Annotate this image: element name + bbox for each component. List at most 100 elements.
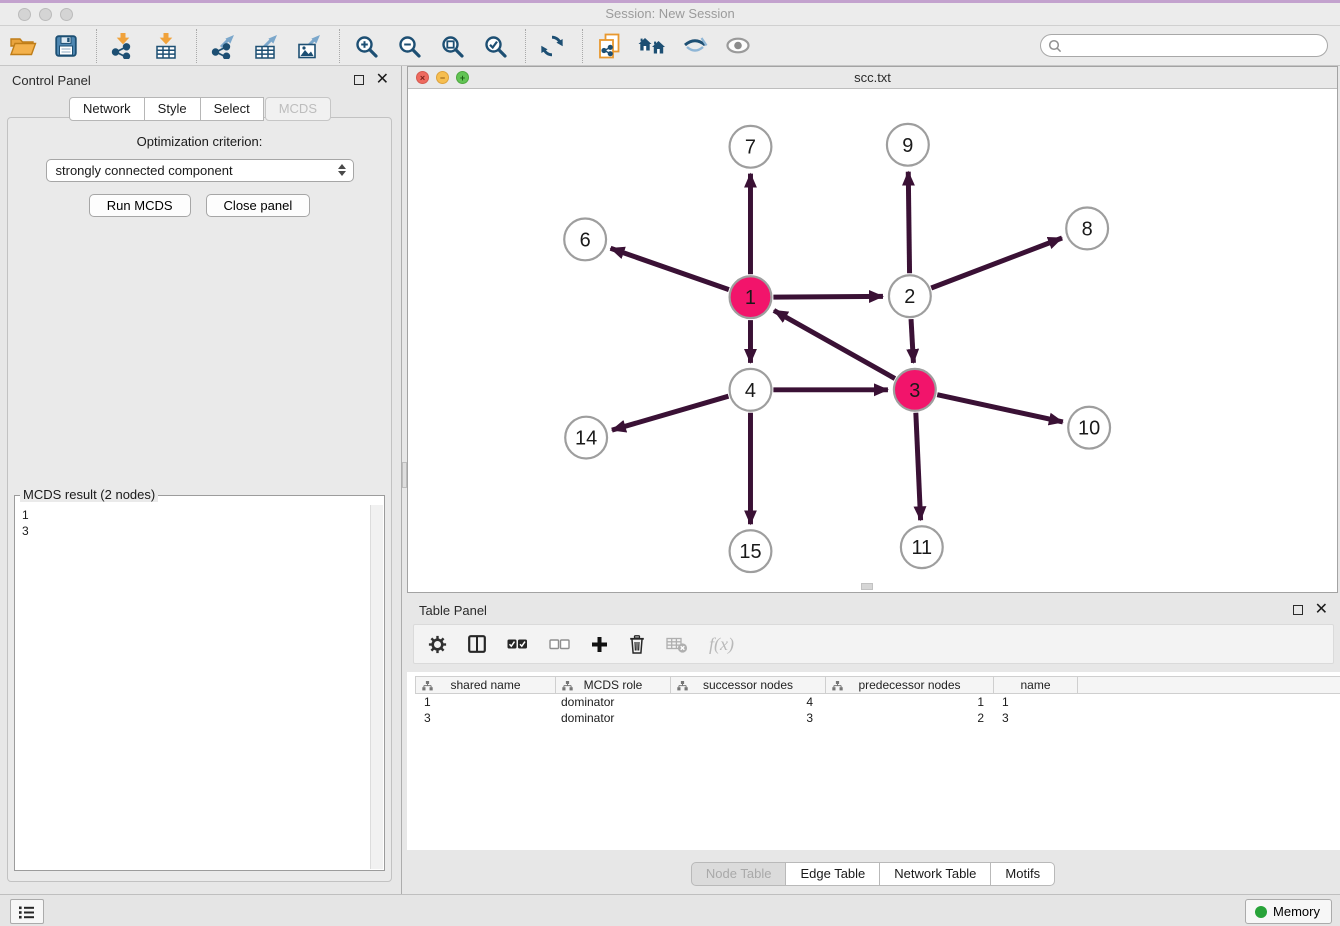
clear-selection-button[interactable] — [549, 629, 570, 659]
column-header-shared-name[interactable]: shared name — [416, 677, 556, 693]
network-window-titlebar[interactable]: × − + scc.txt — [408, 67, 1337, 89]
tab-node-table[interactable]: Node Table — [691, 862, 787, 886]
graph-edge-4-14[interactable] — [612, 396, 729, 430]
toolbar-separator — [196, 29, 197, 63]
export-network-button[interactable] — [208, 29, 238, 63]
canvas-grabber[interactable] — [861, 583, 873, 590]
cell-mcds-role[interactable]: dominator — [555, 695, 670, 709]
network-graph[interactable]: 7968124314101511 — [408, 90, 1337, 592]
open-session-button[interactable] — [8, 29, 38, 63]
graph-node-label-4: 4 — [745, 380, 756, 402]
graph-edge-2-9[interactable] — [908, 172, 909, 274]
graph-edge-1-6[interactable] — [611, 248, 729, 289]
column-header-predecessor-nodes[interactable]: predecessor nodes — [826, 677, 994, 693]
first-neighbors-button[interactable] — [637, 29, 667, 63]
zoom-out-button[interactable] — [394, 29, 424, 63]
zoom-selected-button[interactable] — [480, 29, 510, 63]
delete-row-button[interactable] — [629, 629, 645, 659]
graph-edge-2-3[interactable] — [911, 319, 913, 363]
network-close-button[interactable]: × — [416, 71, 429, 84]
float-panel-icon[interactable] — [1293, 605, 1303, 615]
cell-mcds-role[interactable]: dominator — [555, 711, 670, 725]
graph-node-label-10: 10 — [1078, 418, 1100, 440]
tab-network[interactable]: Network — [69, 97, 145, 121]
tab-edge-table[interactable]: Edge Table — [785, 862, 880, 886]
search-box[interactable] — [1040, 34, 1328, 57]
window-title: Session: New Session — [0, 3, 1340, 25]
tab-style[interactable]: Style — [144, 97, 201, 121]
table-options-button[interactable] — [428, 629, 447, 659]
graph-node-label-2: 2 — [904, 286, 915, 308]
criterion-select[interactable]: strongly connected component — [46, 159, 354, 182]
duplicate-network-button[interactable] — [594, 29, 624, 63]
close-panel-button[interactable]: Close panel — [206, 194, 311, 217]
control-panel: Control Panel ✕ Network Style Select MCD… — [0, 66, 402, 894]
mcds-result-item: 1 — [22, 507, 384, 523]
select-all-button[interactable] — [507, 629, 528, 659]
mcds-buttons: Run MCDS Close panel — [8, 194, 391, 217]
add-row-button[interactable] — [591, 629, 608, 659]
network-minimize-button[interactable]: − — [436, 71, 449, 84]
zoom-in-button[interactable] — [351, 29, 381, 63]
result-scrollbar[interactable] — [370, 505, 383, 869]
show-panels-button[interactable] — [10, 899, 44, 924]
status-bar: Memory — [0, 894, 1340, 926]
cell-predecessor-nodes[interactable]: 2 — [825, 711, 993, 725]
zoom-fit-button[interactable] — [437, 29, 467, 63]
export-table-icon — [253, 33, 279, 59]
tab-motifs[interactable]: Motifs — [990, 862, 1055, 886]
graph-edge-3-1[interactable] — [774, 310, 895, 378]
hide-selected-button[interactable] — [680, 29, 710, 63]
cell-shared-name[interactable]: 3 — [415, 711, 555, 725]
table-row[interactable]: 3 dominator 3 2 3 — [415, 710, 1340, 726]
search-input[interactable] — [1066, 36, 1327, 55]
delete-table-icon — [666, 636, 688, 653]
save-session-button[interactable] — [51, 29, 81, 63]
export-image-button[interactable] — [294, 29, 324, 63]
apply-layout-button[interactable] — [537, 29, 567, 63]
graph-node-label-14: 14 — [575, 428, 597, 450]
cell-successor-nodes[interactable]: 3 — [670, 711, 825, 725]
import-network-button[interactable] — [108, 29, 138, 63]
gear-icon — [428, 635, 447, 654]
memory-button[interactable]: Memory — [1245, 899, 1332, 924]
tab-mcds[interactable]: MCDS — [265, 97, 331, 121]
graph-edge-3-10[interactable] — [937, 395, 1063, 422]
column-header-mcds-role[interactable]: MCDS role — [556, 677, 671, 693]
window-zoom-button[interactable] — [60, 8, 73, 21]
main-toolbar — [0, 26, 1340, 66]
function-builder-button[interactable]: f(x) — [709, 629, 734, 659]
checked-boxes-icon — [507, 638, 528, 650]
zoom-in-icon — [354, 34, 378, 58]
criterion-value: strongly connected component — [56, 163, 233, 178]
close-panel-icon[interactable]: ✕ — [1315, 605, 1328, 615]
cell-predecessor-nodes[interactable]: 1 — [825, 695, 993, 709]
table-row[interactable]: 1 dominator 4 1 1 — [415, 694, 1340, 710]
mcds-result-title: MCDS result (2 nodes) — [20, 487, 158, 502]
tab-select[interactable]: Select — [200, 97, 264, 121]
run-mcds-button[interactable]: Run MCDS — [89, 194, 191, 217]
delete-table-button[interactable] — [666, 629, 688, 659]
tab-network-table[interactable]: Network Table — [879, 862, 991, 886]
show-all-button[interactable] — [723, 29, 753, 63]
cell-name[interactable]: 3 — [993, 711, 1077, 725]
window-close-button[interactable] — [18, 8, 31, 21]
export-table-button[interactable] — [251, 29, 281, 63]
network-canvas[interactable]: 7968124314101511 — [408, 90, 1337, 592]
graph-node-label-11: 11 — [911, 537, 932, 559]
show-columns-button[interactable] — [468, 629, 486, 659]
window-minimize-button[interactable] — [39, 8, 52, 21]
import-table-button[interactable] — [151, 29, 181, 63]
cell-name[interactable]: 1 — [993, 695, 1077, 709]
column-header-name[interactable]: name — [994, 677, 1078, 693]
graph-edge-2-8[interactable] — [931, 238, 1062, 288]
graph-edge-3-11[interactable] — [916, 413, 921, 521]
cell-successor-nodes[interactable]: 4 — [670, 695, 825, 709]
houses-icon — [638, 35, 666, 57]
cell-shared-name[interactable]: 1 — [415, 695, 555, 709]
close-panel-icon[interactable]: ✕ — [376, 75, 389, 85]
graph-edge-1-2[interactable] — [773, 296, 883, 297]
column-header-successor-nodes[interactable]: successor nodes — [671, 677, 826, 693]
float-panel-icon[interactable] — [354, 75, 364, 85]
network-maximize-button[interactable]: + — [456, 71, 469, 84]
